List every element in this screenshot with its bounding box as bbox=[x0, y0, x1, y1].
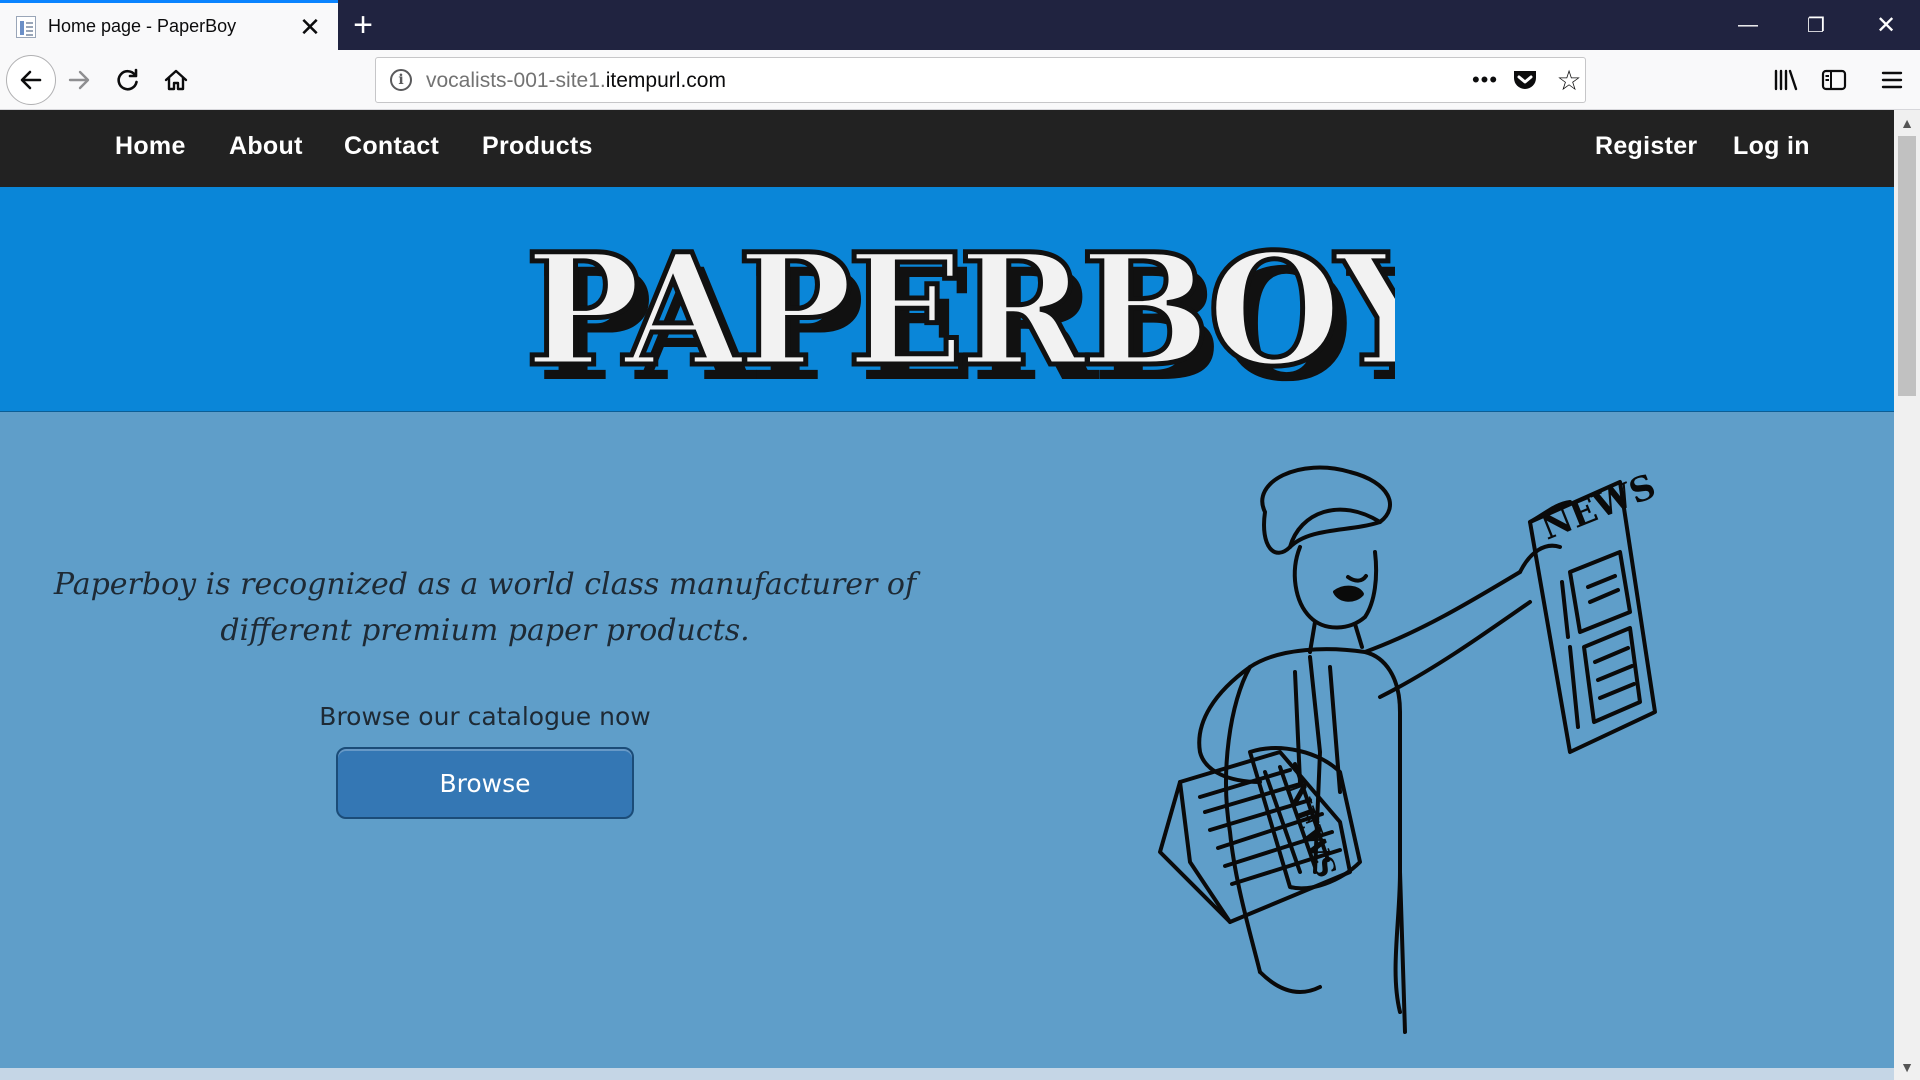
logo-text: PAPERBOY bbox=[525, 220, 1395, 399]
nav-link-home[interactable]: Home bbox=[115, 132, 186, 161]
back-button[interactable] bbox=[6, 55, 56, 105]
sidebar-icon bbox=[1821, 69, 1847, 91]
home-button[interactable] bbox=[154, 58, 198, 102]
star-icon[interactable]: ☆ bbox=[1551, 62, 1587, 98]
scroll-thumb[interactable] bbox=[1898, 136, 1916, 396]
page-viewport: Home About Contact Products Register Log… bbox=[0, 110, 1894, 1080]
reload-button[interactable] bbox=[106, 58, 150, 102]
browse-button[interactable]: Browse bbox=[336, 747, 634, 819]
nav-link-products[interactable]: Products bbox=[482, 132, 593, 161]
browser-toolbar: i vocalists-001-site1.itempurl.com ••• ☆ bbox=[0, 50, 1920, 110]
page-scrollbar[interactable]: ▲ ▼ bbox=[1894, 110, 1920, 1080]
nav-link-login[interactable]: Log in bbox=[1733, 132, 1810, 161]
hero-section: Paperboy is recognized as a world class … bbox=[0, 412, 1894, 1068]
paperboy-illustration: NEWS NEWS bbox=[1158, 465, 1661, 1034]
forward-arrow-icon bbox=[68, 70, 90, 90]
page-bottom-strip bbox=[0, 1068, 1894, 1080]
tab-title: Home page - PaperBoy bbox=[48, 16, 237, 36]
window-close-button[interactable]: ✕ bbox=[1852, 0, 1920, 50]
new-tab-button[interactable]: + bbox=[344, 6, 382, 44]
home-icon bbox=[164, 69, 188, 91]
nav-link-about[interactable]: About bbox=[229, 132, 303, 161]
url-text[interactable]: vocalists-001-site1.itempurl.com bbox=[426, 69, 726, 93]
menu-button[interactable] bbox=[1870, 58, 1914, 102]
pocket-icon[interactable] bbox=[1510, 65, 1540, 95]
library-button[interactable] bbox=[1764, 58, 1808, 102]
nav-link-contact[interactable]: Contact bbox=[344, 132, 439, 161]
scroll-up-icon[interactable]: ▲ bbox=[1894, 112, 1920, 134]
reload-icon bbox=[117, 68, 138, 91]
browser-tab[interactable]: Home page - PaperBoy ✕ bbox=[0, 0, 338, 50]
back-arrow-icon bbox=[20, 70, 42, 90]
window-minimize-button[interactable]: — bbox=[1714, 0, 1782, 50]
newspaper-label: NEWS bbox=[1535, 466, 1661, 548]
info-icon[interactable]: i bbox=[390, 69, 412, 91]
address-bar[interactable]: i vocalists-001-site1.itempurl.com ••• ☆ bbox=[375, 57, 1586, 103]
page-favicon-icon bbox=[16, 15, 36, 38]
sidebar-button[interactable] bbox=[1812, 58, 1856, 102]
site-navbar: Home About Contact Products Register Log… bbox=[0, 110, 1894, 187]
paperboy-logo: PAPERBOY PAPERBOY bbox=[523, 218, 1396, 400]
more-icon[interactable]: ••• bbox=[1467, 62, 1503, 98]
window-restore-button[interactable]: ❐ bbox=[1782, 0, 1850, 50]
url-domain-main: itempurl.com bbox=[605, 69, 726, 92]
forward-button[interactable] bbox=[57, 58, 101, 102]
tab-close-icon[interactable]: ✕ bbox=[292, 9, 328, 45]
scroll-down-icon[interactable]: ▼ bbox=[1894, 1056, 1920, 1078]
nav-link-register[interactable]: Register bbox=[1595, 132, 1697, 161]
logo-banner: PAPERBOY PAPERBOY bbox=[0, 187, 1894, 412]
browser-tab-bar: Home page - PaperBoy ✕ + — ❐ ✕ bbox=[0, 0, 1920, 50]
hero-tagline: Paperboy is recognized as a world class … bbox=[53, 567, 917, 648]
browse-caption: Browse our catalogue now bbox=[319, 702, 651, 731]
hamburger-menu-icon bbox=[1881, 71, 1903, 89]
library-icon bbox=[1774, 69, 1798, 91]
url-domain-prefix: vocalists-001-site1. bbox=[426, 69, 606, 92]
